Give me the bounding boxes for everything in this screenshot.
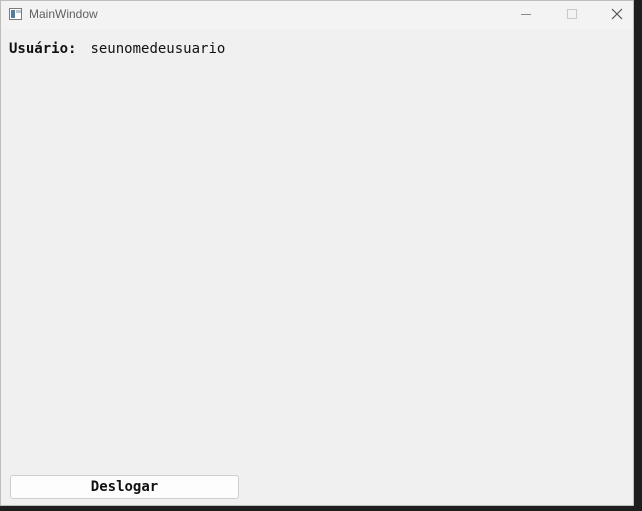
minimize-button[interactable] — [503, 1, 549, 29]
main-window: MainWindow Usuário: seunomedeusuario Desl… — [0, 0, 634, 506]
app-window-icon — [9, 8, 22, 20]
window-title: MainWindow — [29, 7, 98, 21]
user-label: Usuário: — [9, 41, 77, 57]
username-value: seunomedeusuario — [90, 41, 226, 57]
maximize-button[interactable] — [549, 1, 595, 29]
maximize-icon — [567, 9, 577, 19]
user-info-row: Usuário: seunomedeusuario — [9, 41, 225, 57]
minimize-icon — [521, 14, 531, 15]
title-bar[interactable]: MainWindow — [1, 1, 633, 29]
central-widget: Usuário: seunomedeusuario Deslogar — [1, 29, 633, 505]
logout-button[interactable]: Deslogar — [10, 475, 239, 499]
close-button[interactable] — [595, 1, 635, 29]
close-icon — [611, 8, 623, 20]
